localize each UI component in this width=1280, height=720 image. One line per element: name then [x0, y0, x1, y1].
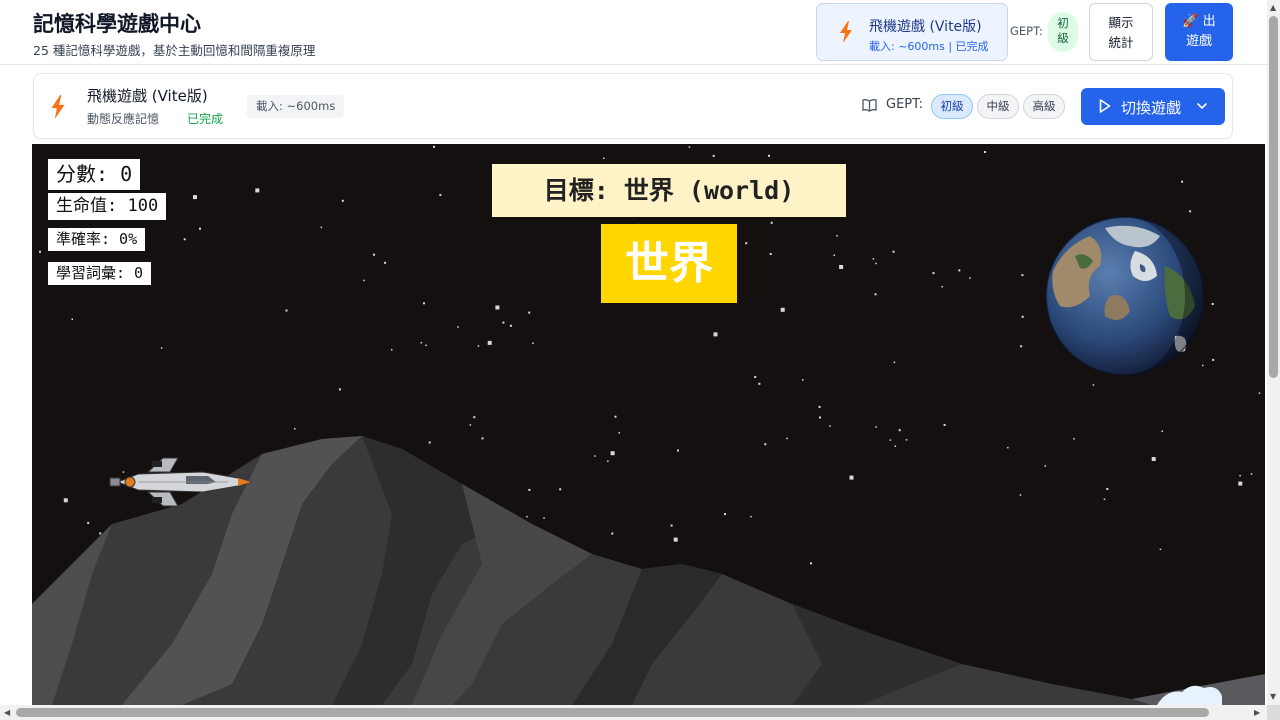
- page: 記憶科學遊戲中心 25 種記憶科學遊戲，基於主動回憶和間隔重複原理 飛機遊戲 (…: [0, 0, 1267, 705]
- gept-label: GEPT:: [1010, 24, 1043, 38]
- score-display: 分數: 0: [48, 159, 141, 190]
- scroll-down-icon[interactable]: ▼: [1270, 692, 1276, 702]
- switch-game-label: 切換遊戲: [1121, 99, 1182, 117]
- game-info-bar: 飛機遊戲 (Vite版) 動態反應記憶 已完成 載入: ~600ms GEPT:…: [33, 73, 1233, 139]
- level-chip-beginner[interactable]: 初級: [931, 94, 973, 119]
- gept-level-badge: 初 級: [1048, 12, 1078, 52]
- game-category: 動態反應記憶: [87, 112, 160, 126]
- stats-button-label: 統計: [1108, 35, 1134, 50]
- exit-button-label: 🚀 出: [1182, 14, 1216, 29]
- target-word-card[interactable]: 世界: [601, 224, 737, 303]
- player-airplane: [109, 457, 253, 507]
- horizontal-scrollbar[interactable]: ◀ ▶: [0, 705, 1267, 720]
- gept-label: GEPT:: [886, 97, 924, 112]
- load-time-badge: 載入: ~600ms: [247, 95, 345, 118]
- lightning-icon: [840, 21, 852, 43]
- words-learned-display: 學習詞彙: 0: [48, 262, 152, 285]
- book-icon: [862, 99, 877, 112]
- scrollbar-corner: [1267, 705, 1280, 720]
- current-game-name: 飛機遊戲 (Vite版): [869, 19, 982, 35]
- show-stats-button[interactable]: 顯示 統計: [1089, 3, 1153, 61]
- horizontal-scrollbar-thumb[interactable]: [16, 708, 1209, 717]
- app-header: 記憶科學遊戲中心 25 種記憶科學遊戲，基於主動回憶和間隔重複原理 飛機遊戲 (…: [0, 0, 1267, 65]
- game-canvas[interactable]: 分數: 0 生命值: 100 準確率: 0% 學習詞彙: 0 目標: 世界 (w…: [32, 144, 1265, 705]
- gept-level-text: 級: [1057, 31, 1069, 45]
- lightning-icon: [51, 95, 65, 119]
- gept-level-text: 初: [1057, 16, 1069, 30]
- app-title: 記憶科學遊戲中心: [33, 12, 201, 36]
- chevron-down-icon: [1197, 103, 1207, 110]
- level-chip-advanced[interactable]: 高級: [1023, 94, 1065, 119]
- exit-game-button[interactable]: 🚀 出 遊戲: [1165, 3, 1233, 61]
- play-icon: [1099, 99, 1111, 113]
- app-subtitle: 25 種記憶科學遊戲，基於主動回憶和間隔重複原理: [33, 43, 316, 58]
- game-status: 已完成: [187, 112, 224, 126]
- accuracy-display: 準確率: 0%: [48, 228, 146, 251]
- health-display: 生命值: 100: [48, 193, 167, 220]
- vertical-scrollbar-thumb[interactable]: [1269, 16, 1278, 378]
- exit-button-label: 遊戲: [1185, 34, 1212, 49]
- current-game-meta: 載入: ~600ms | 已完成: [869, 40, 989, 53]
- scroll-left-icon[interactable]: ◀: [4, 708, 10, 718]
- target-prompt: 目標: 世界 (world): [492, 164, 846, 217]
- scroll-right-icon[interactable]: ▶: [1254, 708, 1260, 718]
- game-name: 飛機遊戲 (Vite版): [87, 87, 208, 105]
- stats-button-label: 顯示: [1108, 15, 1134, 30]
- level-chip-intermediate[interactable]: 中級: [977, 94, 1019, 119]
- vertical-scrollbar[interactable]: ▲ ▼: [1267, 0, 1280, 705]
- current-game-card[interactable]: 飛機遊戲 (Vite版) 載入: ~600ms | 已完成: [816, 3, 1008, 61]
- switch-game-button[interactable]: 切換遊戲: [1081, 88, 1225, 125]
- scroll-up-icon[interactable]: ▲: [1270, 3, 1276, 13]
